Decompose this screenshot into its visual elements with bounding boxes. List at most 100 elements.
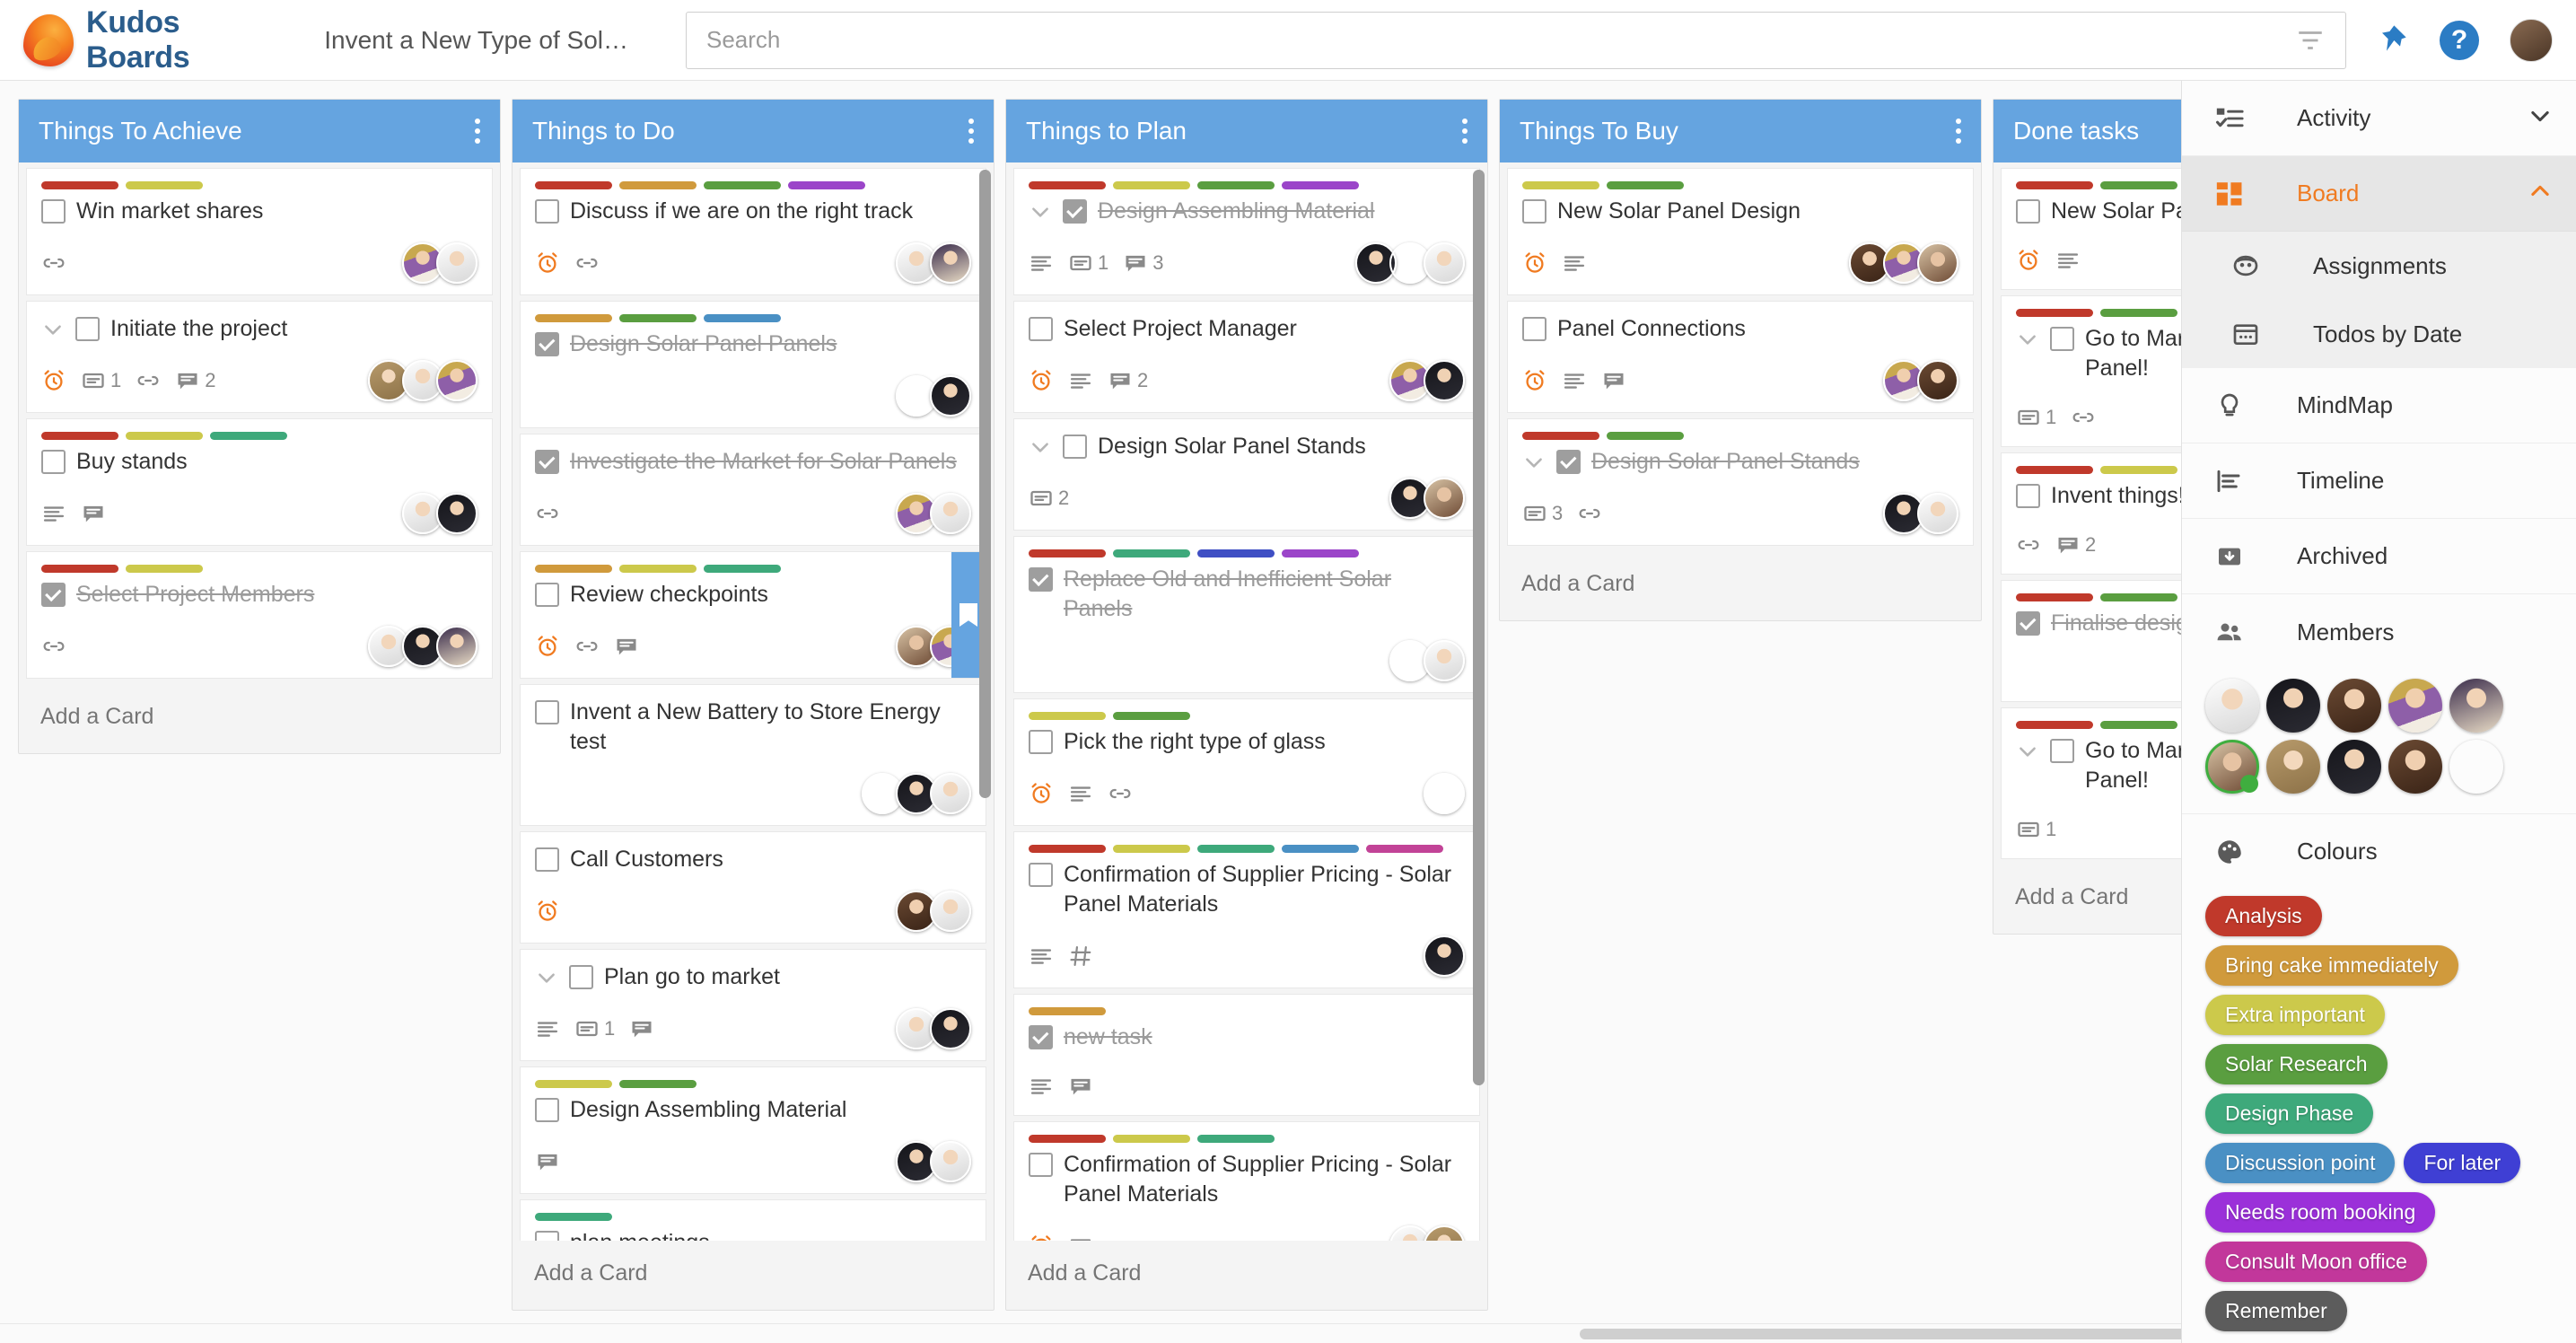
card-checkbox[interactable] bbox=[569, 965, 593, 989]
avatar[interactable] bbox=[1424, 478, 1465, 519]
link-icon[interactable] bbox=[41, 250, 66, 276]
colour-chip[interactable]: Bring cake immediately bbox=[2205, 945, 2458, 986]
comment-icon[interactable] bbox=[81, 501, 106, 526]
board-card[interactable]: Panel Connections bbox=[1507, 301, 1974, 413]
avatar[interactable] bbox=[1424, 360, 1465, 401]
board-card[interactable]: Select Project Manager2 bbox=[1013, 301, 1480, 413]
member-avatar[interactable] bbox=[2388, 740, 2442, 794]
colour-chip[interactable]: Remember bbox=[2205, 1291, 2347, 1331]
card-checkbox[interactable] bbox=[2016, 611, 2040, 636]
list-header[interactable]: Things to Do bbox=[513, 100, 994, 162]
link-icon[interactable] bbox=[535, 501, 560, 526]
list-menu-button[interactable] bbox=[1956, 118, 1961, 144]
list-scrollbar[interactable] bbox=[1473, 170, 1485, 1085]
board-card[interactable]: Design Solar Panel Panels bbox=[520, 301, 986, 428]
card-checkbox[interactable] bbox=[41, 199, 66, 224]
list-menu-button[interactable] bbox=[475, 118, 480, 144]
alarm-icon[interactable] bbox=[535, 250, 560, 276]
card-checkbox[interactable] bbox=[535, 1098, 559, 1122]
checklist-icon[interactable]: 1 bbox=[2016, 405, 2056, 430]
card-checkbox[interactable] bbox=[535, 450, 559, 474]
comment-icon[interactable] bbox=[535, 1149, 560, 1174]
description-icon[interactable] bbox=[1562, 368, 1587, 393]
card-checkbox[interactable] bbox=[1029, 730, 1053, 754]
avatar[interactable] bbox=[1424, 935, 1465, 977]
card-checkbox[interactable] bbox=[1029, 863, 1053, 887]
add-a-card-button[interactable]: Add a Card bbox=[1500, 551, 1981, 620]
alarm-icon[interactable] bbox=[41, 368, 66, 393]
list-header[interactable]: Things To Buy bbox=[1500, 100, 1981, 162]
board-card[interactable]: Select Project Members bbox=[26, 551, 493, 679]
colour-chip[interactable]: Needs room booking bbox=[2205, 1192, 2435, 1233]
list-scrollbar[interactable] bbox=[979, 170, 991, 798]
checklist-icon[interactable]: 1 bbox=[2016, 817, 2056, 842]
link-icon[interactable] bbox=[41, 634, 66, 659]
alarm-icon[interactable] bbox=[1029, 1233, 1054, 1241]
chevron-down-icon[interactable] bbox=[535, 966, 558, 989]
board-card[interactable]: New Solar Panel Design bbox=[1507, 168, 1974, 295]
member-avatar[interactable] bbox=[2266, 679, 2320, 733]
card-checkbox[interactable] bbox=[1029, 1025, 1053, 1049]
avatar[interactable] bbox=[1917, 360, 1958, 401]
avatar[interactable] bbox=[1917, 242, 1958, 284]
horizontal-scrollbar[interactable] bbox=[0, 1323, 2181, 1343]
board-card[interactable]: Win market shares bbox=[26, 168, 493, 295]
avatar[interactable] bbox=[436, 360, 478, 401]
comment-icon[interactable] bbox=[1068, 1074, 1093, 1099]
avatar[interactable] bbox=[1424, 1225, 1465, 1241]
alarm-icon[interactable] bbox=[1029, 368, 1054, 393]
sidebar-item-board[interactable]: Board bbox=[2182, 156, 2576, 232]
description-icon[interactable] bbox=[1068, 1233, 1093, 1241]
chevron-down-icon[interactable] bbox=[2528, 103, 2553, 133]
chevron-down-icon[interactable] bbox=[41, 318, 65, 341]
colour-chip[interactable]: Design Phase bbox=[2205, 1093, 2373, 1134]
description-icon[interactable] bbox=[1029, 944, 1054, 969]
comment-icon[interactable]: 2 bbox=[2055, 532, 2096, 557]
board-card[interactable]: Buy stands bbox=[26, 418, 493, 546]
description-icon[interactable] bbox=[2055, 248, 2081, 273]
list-header[interactable]: Things To Achieve bbox=[19, 100, 500, 162]
sidebar-item-members[interactable]: Members bbox=[2182, 594, 2576, 670]
add-a-card-button[interactable]: Add a Card bbox=[513, 1241, 994, 1310]
list-header[interactable]: Things to Plan bbox=[1006, 100, 1487, 162]
board-card[interactable]: Replace Old and Inefficient Solar Panels bbox=[1013, 536, 1480, 693]
card-checkbox[interactable] bbox=[1522, 199, 1546, 224]
description-icon[interactable] bbox=[1562, 250, 1587, 276]
colour-chip[interactable]: Solar Research bbox=[2205, 1044, 2388, 1084]
board-card[interactable]: Confirmation of Supplier Pricing - Solar… bbox=[1013, 831, 1480, 988]
card-checkbox[interactable] bbox=[2016, 484, 2040, 508]
avatar[interactable] bbox=[930, 1141, 971, 1182]
avatar[interactable] bbox=[930, 891, 971, 932]
member-avatar[interactable] bbox=[2266, 740, 2320, 794]
card-checkbox[interactable] bbox=[1029, 1153, 1053, 1177]
filter-icon[interactable] bbox=[2295, 25, 2326, 56]
alarm-icon[interactable] bbox=[1522, 250, 1547, 276]
checklist-icon[interactable]: 2 bbox=[1029, 486, 1069, 511]
avatar[interactable] bbox=[930, 375, 971, 417]
add-a-card-button[interactable]: Add a Card bbox=[1006, 1241, 1487, 1310]
chevron-down-icon[interactable] bbox=[2016, 328, 2039, 351]
board-card[interactable]: Call Customers bbox=[520, 831, 986, 944]
comment-icon[interactable]: 2 bbox=[1108, 368, 1148, 393]
member-avatar[interactable] bbox=[2205, 679, 2259, 733]
board-card[interactable]: Initiate the project12 bbox=[26, 301, 493, 413]
link-icon[interactable] bbox=[2071, 405, 2096, 430]
avatar[interactable] bbox=[930, 242, 971, 284]
chevron-down-icon[interactable] bbox=[2016, 740, 2039, 763]
link-icon[interactable] bbox=[574, 250, 600, 276]
search-input[interactable] bbox=[706, 26, 2295, 54]
sidebar-item-timeline[interactable]: Timeline bbox=[2182, 443, 2576, 519]
description-icon[interactable] bbox=[535, 1016, 560, 1041]
board-card[interactable]: new task bbox=[1013, 994, 1480, 1116]
list-menu-button[interactable] bbox=[968, 118, 974, 144]
board-card[interactable]: Discuss if we are on the right track bbox=[520, 168, 986, 295]
board-card[interactable]: Design Assembling Material13 bbox=[1013, 168, 1480, 295]
sidebar-item-activity[interactable]: Activity bbox=[2182, 81, 2576, 156]
board-card[interactable]: Confirmation of Supplier Pricing - Solar… bbox=[1013, 1121, 1480, 1241]
card-checkbox[interactable] bbox=[41, 583, 66, 607]
colour-chip[interactable]: Consult Moon office bbox=[2205, 1242, 2427, 1282]
link-icon[interactable] bbox=[1108, 781, 1133, 806]
card-checkbox[interactable] bbox=[1063, 199, 1087, 224]
sidebar-item-mindmap[interactable]: MindMap bbox=[2182, 368, 2576, 443]
card-checkbox[interactable] bbox=[535, 199, 559, 224]
